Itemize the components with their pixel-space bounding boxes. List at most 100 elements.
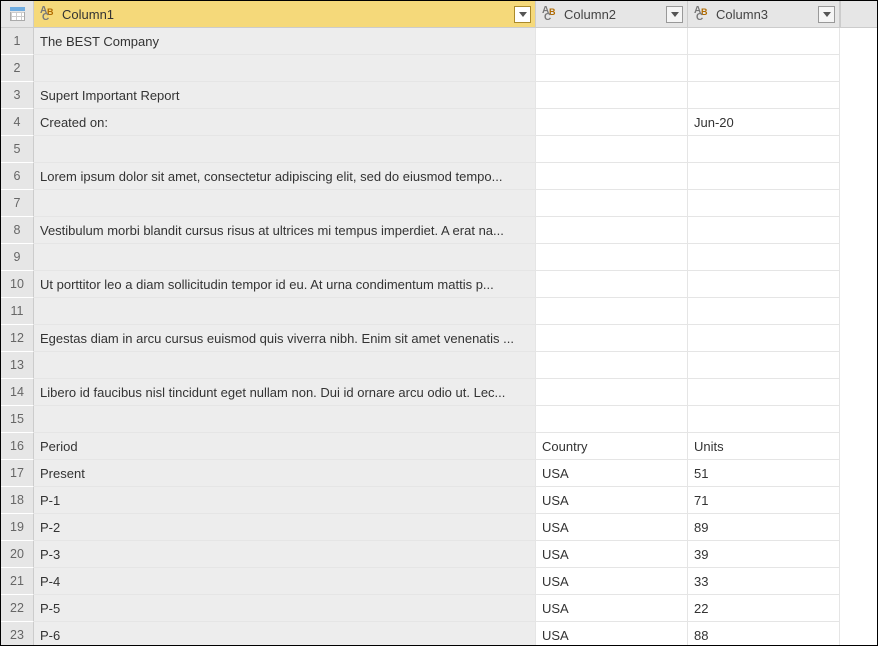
cell[interactable] [536,406,688,433]
row-number[interactable]: 15 [1,406,34,433]
row-number[interactable]: 9 [1,244,34,271]
cell[interactable] [688,82,840,109]
row-number[interactable]: 14 [1,379,34,406]
row-number[interactable]: 5 [1,136,34,163]
cell[interactable]: USA [536,487,688,514]
cell[interactable] [536,352,688,379]
cell[interactable]: 88 [688,622,840,646]
cell[interactable] [688,217,840,244]
filter-button[interactable] [666,6,683,23]
row-number[interactable]: 22 [1,595,34,622]
row-number[interactable]: 19 [1,514,34,541]
cell[interactable] [536,136,688,163]
cell[interactable] [536,82,688,109]
cell[interactable] [688,163,840,190]
row-number[interactable]: 13 [1,352,34,379]
column-header-column1[interactable]: ABC Column1 [34,1,536,28]
cell[interactable]: 51 [688,460,840,487]
cell[interactable]: USA [536,568,688,595]
column-header-column2[interactable]: ABC Column2 [536,1,688,28]
cell[interactable]: The BEST Company [34,28,536,55]
cell[interactable] [536,55,688,82]
cell[interactable] [688,244,840,271]
cell[interactable]: Lorem ipsum dolor sit amet, consectetur … [34,163,536,190]
cell[interactable]: USA [536,541,688,568]
row-number[interactable]: 12 [1,325,34,352]
row-number[interactable]: 2 [1,55,34,82]
row-number[interactable]: 4 [1,109,34,136]
row-number[interactable]: 1 [1,28,34,55]
cell[interactable] [688,55,840,82]
cell[interactable]: 39 [688,541,840,568]
cell[interactable] [536,244,688,271]
cell[interactable] [688,271,840,298]
cell[interactable] [536,109,688,136]
cell[interactable] [536,325,688,352]
cell[interactable]: Egestas diam in arcu cursus euismod quis… [34,325,536,352]
cell[interactable]: 22 [688,595,840,622]
cell[interactable]: Ut porttitor leo a diam sollicitudin tem… [34,271,536,298]
cell[interactable]: P-3 [34,541,536,568]
row-number[interactable]: 18 [1,487,34,514]
row-number[interactable]: 20 [1,541,34,568]
row-number[interactable]: 3 [1,82,34,109]
filter-button[interactable] [514,6,531,23]
cell[interactable] [688,298,840,325]
cell[interactable]: P-4 [34,568,536,595]
cell[interactable]: Jun-20 [688,109,840,136]
cell[interactable]: USA [536,514,688,541]
cell[interactable]: 89 [688,514,840,541]
row-number[interactable]: 10 [1,271,34,298]
cell[interactable]: 33 [688,568,840,595]
cell[interactable]: USA [536,622,688,646]
cell[interactable] [536,217,688,244]
cell[interactable]: Created on: [34,109,536,136]
cell[interactable] [34,136,536,163]
cell[interactable] [536,379,688,406]
row-number[interactable]: 23 [1,622,34,646]
cell[interactable]: P-6 [34,622,536,646]
cell[interactable] [688,379,840,406]
cell[interactable] [34,298,536,325]
cell[interactable]: Period [34,433,536,460]
cell[interactable] [536,28,688,55]
cell[interactable] [34,406,536,433]
cell[interactable]: USA [536,460,688,487]
cell[interactable] [34,55,536,82]
row-number[interactable]: 21 [1,568,34,595]
cell[interactable]: USA [536,595,688,622]
cell[interactable]: Present [34,460,536,487]
cell[interactable]: P-5 [34,595,536,622]
cell[interactable] [688,406,840,433]
cell[interactable] [34,190,536,217]
cell[interactable] [688,136,840,163]
cell[interactable] [34,352,536,379]
cell[interactable] [688,190,840,217]
cell[interactable] [536,298,688,325]
cell[interactable] [536,190,688,217]
cell[interactable]: P-1 [34,487,536,514]
cell[interactable]: Supert Important Report [34,82,536,109]
row-number[interactable]: 11 [1,298,34,325]
row-number[interactable]: 17 [1,460,34,487]
row-number[interactable]: 7 [1,190,34,217]
cell[interactable] [536,163,688,190]
row-number[interactable]: 8 [1,217,34,244]
cell[interactable]: Vestibulum morbi blandit cursus risus at… [34,217,536,244]
row-number[interactable]: 6 [1,163,34,190]
select-all-corner[interactable] [1,1,34,28]
query-editor-preview: ABC Column1 ABC Column2 ABC Column3 [0,0,878,646]
cell[interactable] [34,244,536,271]
cell[interactable]: 71 [688,487,840,514]
cell[interactable] [688,28,840,55]
row-number[interactable]: 16 [1,433,34,460]
cell[interactable]: Country [536,433,688,460]
cell[interactable] [688,352,840,379]
cell[interactable]: Units [688,433,840,460]
filter-button[interactable] [818,6,835,23]
column-header-column3[interactable]: ABC Column3 [688,1,840,28]
cell[interactable]: Libero id faucibus nisl tincidunt eget n… [34,379,536,406]
cell[interactable] [688,325,840,352]
cell[interactable] [536,271,688,298]
cell[interactable]: P-2 [34,514,536,541]
